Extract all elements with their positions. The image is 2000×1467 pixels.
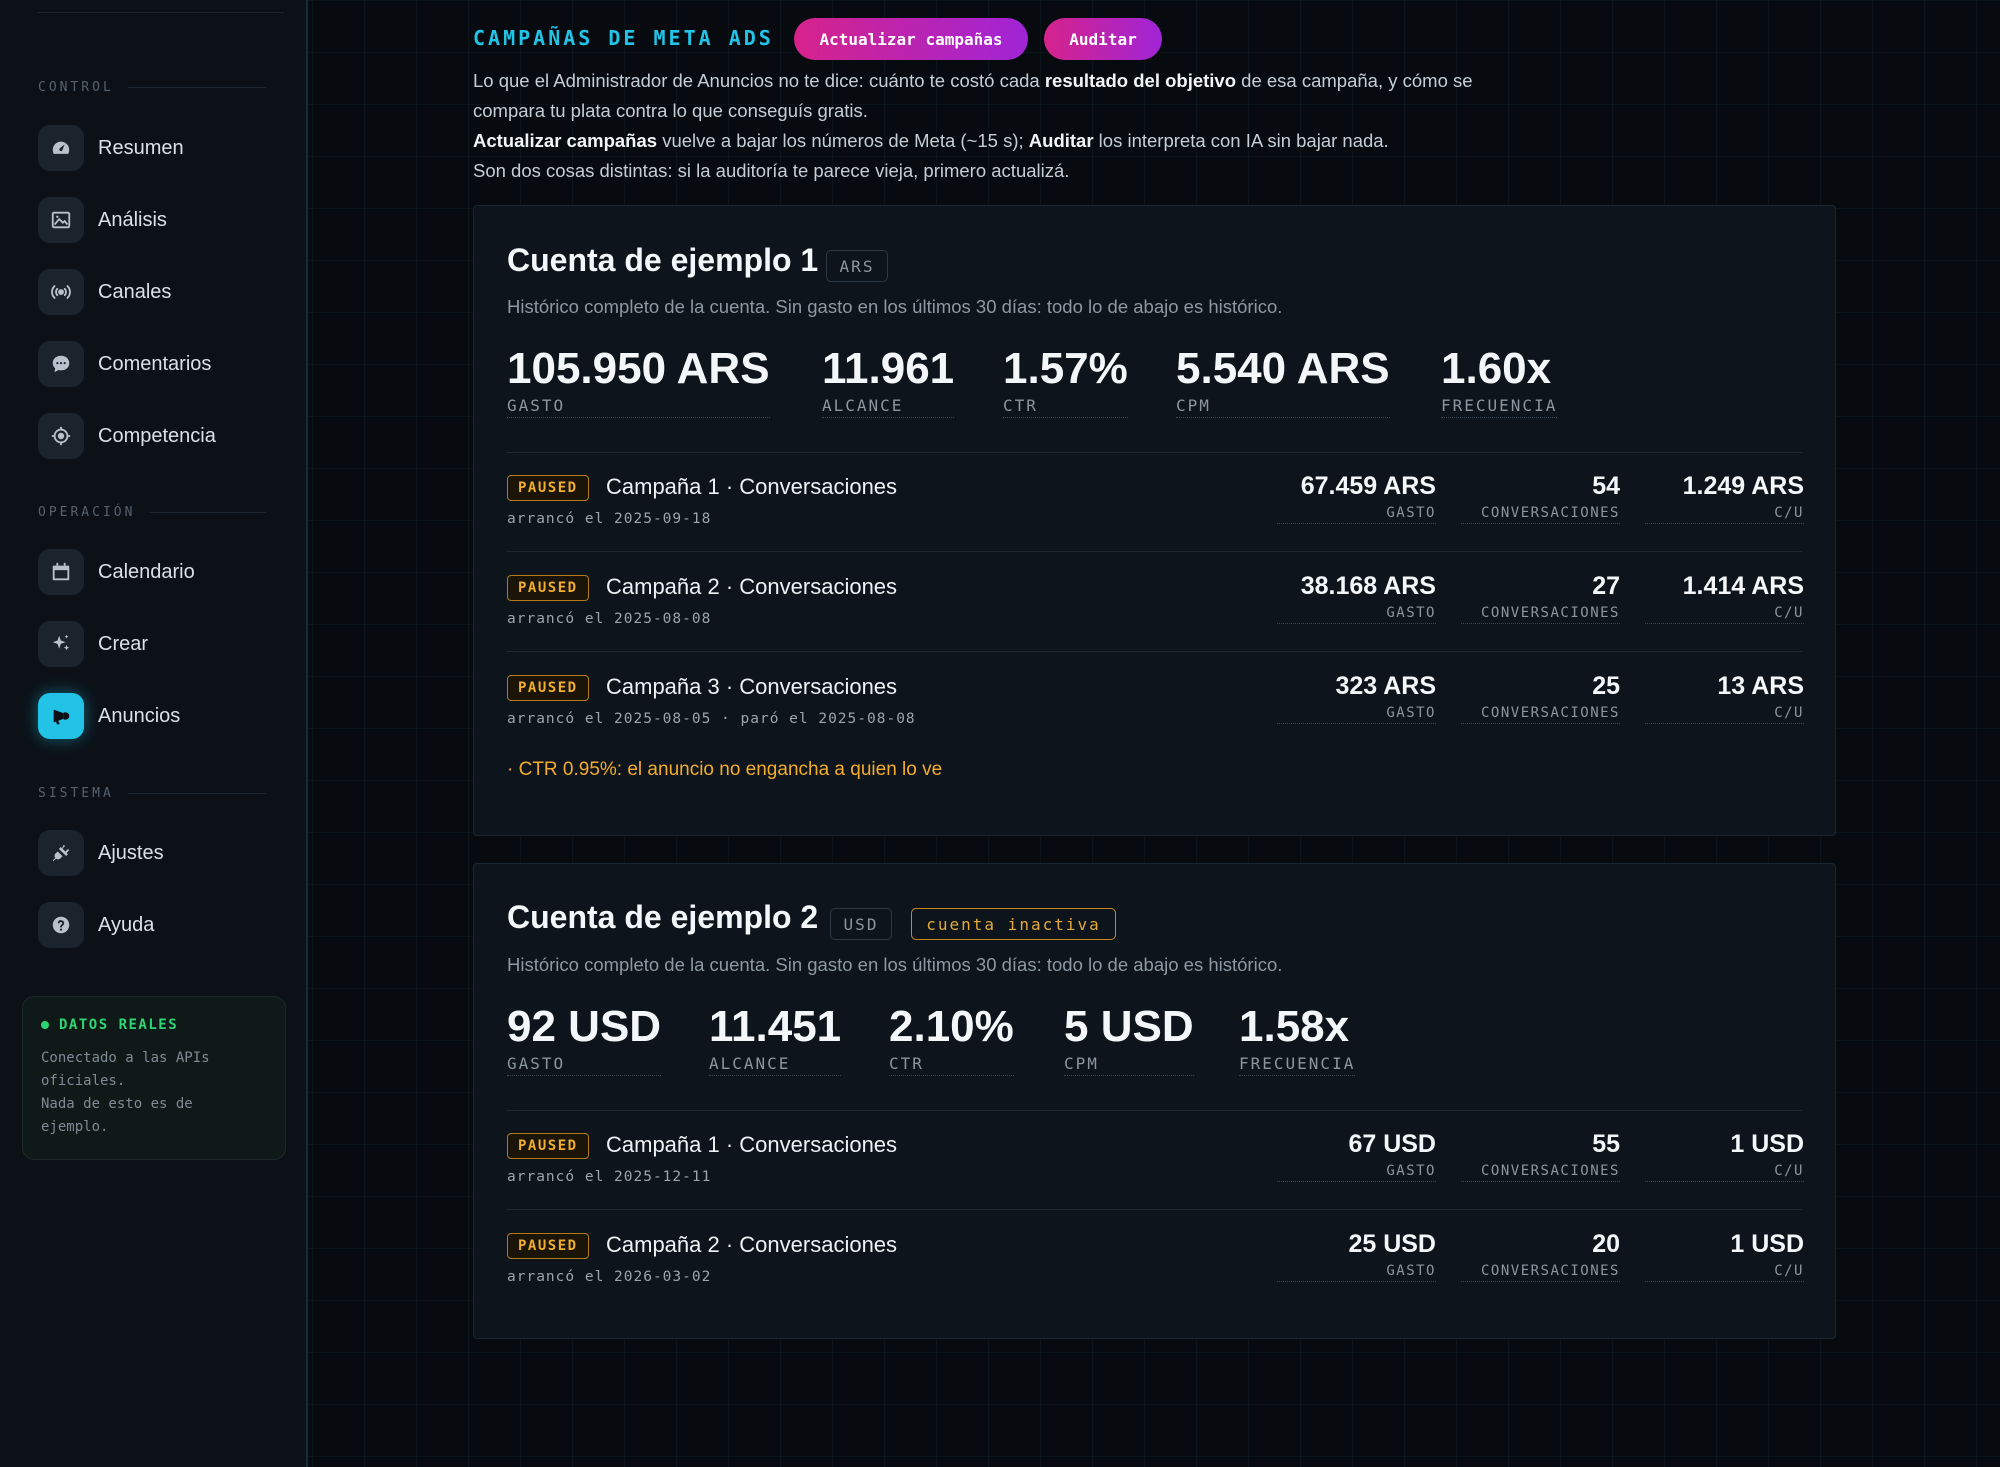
kpi-cpm: 5 USD CPM <box>1064 1002 1194 1076</box>
status-badge: PAUSED <box>507 1133 589 1159</box>
sidebar-item-competencia[interactable]: Competencia <box>38 413 216 459</box>
campaign-dates: arrancó el 2025-08-08 <box>507 611 712 627</box>
metric-spend: 25 USD GASTO <box>1277 1230 1436 1282</box>
ctr-warning: · CTR 0.95%: el anuncio no engancha a qu… <box>507 759 943 780</box>
divider <box>507 1110 1802 1111</box>
kpi-ctr: 2.10% CTR <box>889 1002 1014 1076</box>
campaign-dates: arrancó el 2025-08-05 · paró el 2025-08-… <box>507 711 916 727</box>
kpi-ctr: 1.57% CTR <box>1003 344 1128 418</box>
account-name: Cuenta de ejemplo 2 <box>507 899 819 935</box>
target-icon <box>38 413 84 459</box>
kpi-reach: 11.451 ALCANCE <box>709 1002 842 1076</box>
account-subtitle: Histórico completo de la cuenta. Sin gas… <box>507 954 1283 975</box>
metric-cost-per-result: 13 ARS C/U <box>1645 672 1804 724</box>
metric-spend: 323 ARS GASTO <box>1277 672 1436 724</box>
metric-spend: 38.168 ARS GASTO <box>1277 572 1436 624</box>
kpi-reach: 11.961 ALCANCE <box>822 344 955 418</box>
metric-spend: 67.459 ARS GASTO <box>1277 472 1436 524</box>
help-icon <box>38 902 84 948</box>
campaign-name[interactable]: Campaña 2 · Conversaciones <box>606 1232 897 1258</box>
metric-cost-per-result: 1 USD C/U <box>1645 1230 1804 1282</box>
kpi-frequency: 1.58x FRECUENCIA <box>1239 1002 1356 1076</box>
kpi-frequency: 1.60x FRECUENCIA <box>1441 344 1558 418</box>
campaign-name[interactable]: Campaña 1 · Conversaciones <box>606 474 897 500</box>
section-label-control: CONTROL <box>38 80 266 95</box>
status-badge: PAUSED <box>507 675 589 701</box>
currency-tag: ARS <box>826 250 888 282</box>
campaign-name[interactable]: Campaña 2 · Conversaciones <box>606 574 897 600</box>
campaign-dates: arrancó el 2025-09-18 <box>507 511 712 527</box>
plug-icon <box>38 830 84 876</box>
divider <box>507 651 1802 652</box>
account-card: Cuenta de ejemplo 2 USD cuenta inactiva … <box>473 863 1836 1339</box>
sidebar-item-ajustes[interactable]: Ajustes <box>38 830 164 876</box>
audit-button[interactable]: Auditar <box>1044 18 1162 60</box>
kpi-spend: 92 USD GASTO <box>507 1002 662 1076</box>
sidebar-item-ayuda[interactable]: Ayuda <box>38 902 154 948</box>
kpi-cpm: 5.540 ARS CPM <box>1176 344 1390 418</box>
chat-bubble-icon <box>38 341 84 387</box>
metric-cost-per-result: 1 USD C/U <box>1645 1130 1804 1182</box>
status-title: DATOS REALES <box>59 1017 179 1033</box>
sidebar-item-crear[interactable]: Crear <box>38 621 148 667</box>
campaign-name[interactable]: Campaña 1 · Conversaciones <box>606 1132 897 1158</box>
metric-cost-per-result: 1.414 ARS C/U <box>1645 572 1804 624</box>
divider <box>507 452 1802 453</box>
sidebar-divider <box>38 12 284 13</box>
divider <box>507 1209 1802 1210</box>
account-name: Cuenta de ejemplo 1 <box>507 242 819 278</box>
live-data-status: DATOS REALES Conectado a las APIs oficia… <box>22 996 286 1160</box>
page-title: CAMPAÑAS DE META ADS <box>473 26 774 50</box>
status-badge: PAUSED <box>507 475 589 501</box>
broadcast-icon <box>38 269 84 315</box>
sidebar-item-resumen[interactable]: Resumen <box>38 125 184 171</box>
campaign-dates: arrancó el 2026-03-02 <box>507 1269 712 1285</box>
megaphone-icon <box>38 693 84 739</box>
status-description: Conectado a las APIs oficiales. Nada de … <box>41 1050 210 1135</box>
inactive-account-badge: cuenta inactiva <box>911 908 1116 940</box>
status-badge: PAUSED <box>507 1233 589 1259</box>
calendar-icon <box>38 549 84 595</box>
live-status-dot-icon <box>41 1021 49 1029</box>
metric-results: 27 CONVERSACIONES <box>1461 572 1620 624</box>
status-badge: PAUSED <box>507 575 589 601</box>
kpi-spend: 105.950 ARS GASTO <box>507 344 770 418</box>
sidebar-item-anuncios[interactable]: Anuncios <box>38 693 180 739</box>
currency-tag: USD <box>830 908 892 940</box>
metric-results: 54 CONVERSACIONES <box>1461 472 1620 524</box>
sparkle-icon <box>38 621 84 667</box>
divider <box>507 551 1802 552</box>
section-label-operacion: OPERACIÓN <box>38 505 266 520</box>
metric-results: 55 CONVERSACIONES <box>1461 1130 1620 1182</box>
metric-cost-per-result: 1.249 ARS C/U <box>1645 472 1804 524</box>
intro-text: Lo que el Administrador de Anuncios no t… <box>473 70 1473 181</box>
sidebar: CONTROL Resumen Análisis Canales Comenta… <box>0 0 308 1467</box>
section-label-sistema: SISTEMA <box>38 786 266 801</box>
update-campaigns-button[interactable]: Actualizar campañas <box>794 18 1028 60</box>
image-chart-icon <box>38 197 84 243</box>
campaign-name[interactable]: Campaña 3 · Conversaciones <box>606 674 897 700</box>
sidebar-item-analisis[interactable]: Análisis <box>38 197 167 243</box>
sidebar-item-calendario[interactable]: Calendario <box>38 549 195 595</box>
campaign-dates: arrancó el 2025-12-11 <box>507 1169 712 1185</box>
sidebar-item-comentarios[interactable]: Comentarios <box>38 341 211 387</box>
account-subtitle: Histórico completo de la cuenta. Sin gas… <box>507 296 1283 317</box>
sidebar-item-canales[interactable]: Canales <box>38 269 171 315</box>
metric-results: 20 CONVERSACIONES <box>1461 1230 1620 1282</box>
metric-spend: 67 USD GASTO <box>1277 1130 1436 1182</box>
metric-results: 25 CONVERSACIONES <box>1461 672 1620 724</box>
account-card: Cuenta de ejemplo 1 ARS Histórico comple… <box>473 205 1836 836</box>
dashboard-gauge-icon <box>38 125 84 171</box>
